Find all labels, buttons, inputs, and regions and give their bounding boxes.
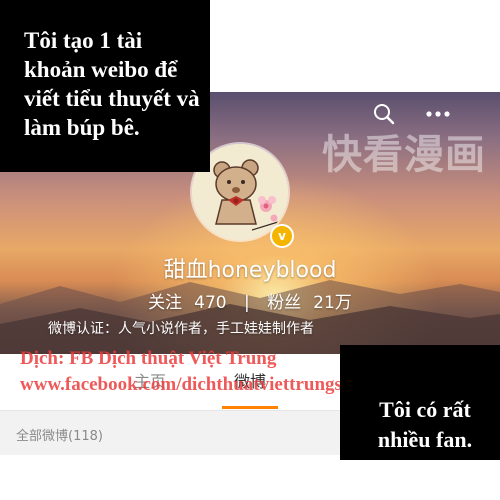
fans-count[interactable]: 21万: [313, 293, 352, 313]
fans-label[interactable]: 粉丝: [267, 293, 301, 313]
username: 甜血honeyblood: [163, 258, 337, 283]
feed-count-label[interactable]: 全部微博(118): [16, 425, 103, 444]
stats-separator: |: [244, 293, 250, 313]
feed-area: [0, 455, 500, 500]
verification-text: 微博认证：人气小说作者，手工娃娃制作者: [48, 321, 314, 337]
verified-badge-icon: v: [270, 224, 294, 248]
caption-text-top-left: Tôi tạo 1 tài khoản weibo để viết tiểu t…: [24, 28, 200, 140]
caption-text-bottom-right: Tôi có rất nhiều fan.: [377, 397, 473, 452]
translation-credit-line2: www.facebook.com/dichthuatviettrungsg: [20, 374, 352, 395]
search-icon[interactable]: [370, 100, 398, 128]
following-label[interactable]: 关注: [148, 293, 182, 313]
caption-box-bottom-right: Tôi có rất nhiều fan.: [340, 345, 500, 460]
translation-credit-line1: Dịch: FB Dịch thuật Việt Trung: [20, 348, 277, 369]
watermark-text: 快看漫画: [322, 132, 486, 178]
more-icon[interactable]: [424, 100, 452, 128]
caption-box-top-left: Tôi tạo 1 tài khoản weibo để viết tiểu t…: [0, 0, 210, 172]
following-count[interactable]: 470: [194, 293, 226, 313]
profile-stats: 关注 470 | 粉丝 21万: [0, 288, 500, 313]
active-tab-indicator: [222, 406, 278, 409]
